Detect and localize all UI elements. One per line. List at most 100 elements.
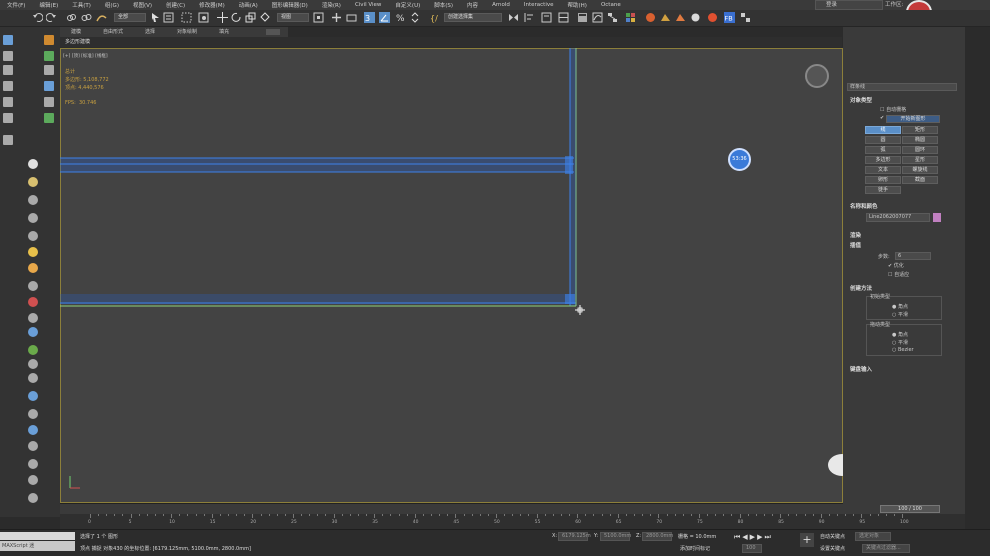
menu-item[interactable]: 组(G) [98,1,126,9]
drag-bezier-radio[interactable]: ○ Bezier [892,347,914,353]
select-by-name-icon[interactable] [163,12,174,23]
grid-plugin-icon[interactable] [740,12,751,23]
y-coordinate-field[interactable]: 5100.0mm [600,532,631,541]
start-new-shape-toggle[interactable]: 开始新图形 [886,115,940,123]
material-editor-icon[interactable] [625,12,636,23]
optimize-checkbox[interactable]: ✔ 优化 [888,262,904,269]
menu-item[interactable]: 创建(C) [159,1,192,9]
rotate-icon[interactable] [231,12,242,23]
chain-icon[interactable] [28,313,38,323]
shape-button[interactable]: 截面 [902,176,938,184]
steps-spinner[interactable]: 6 [895,252,931,260]
menu-item[interactable]: Arnold [485,2,517,8]
octane-icon[interactable] [707,12,718,23]
fb-icon[interactable] [44,35,54,45]
initial-corner-radio[interactable]: ● 角点 [892,303,908,310]
shape-button[interactable]: 文本 [865,166,901,174]
box2-icon[interactable] [28,475,38,485]
leaf-icon[interactable] [28,345,38,355]
layers-icon[interactable] [3,81,13,91]
timeline-ruler[interactable]: 0 5 10 15 20 25 30 35 40 45 50 55 60 65 70 75 80 85 90 95 10… [60,514,965,529]
disc-icon[interactable] [28,195,38,205]
shape-button[interactable]: 星形 [902,156,938,164]
z-coordinate-field[interactable]: 2800.0mm [642,532,673,541]
brush-icon[interactable] [44,97,54,107]
object-name-field[interactable]: Line2062007077 [866,213,930,222]
globe-icon[interactable] [28,327,38,337]
select-icon[interactable] [3,51,13,61]
ribbon-tab[interactable]: 对象绘制 [166,27,208,37]
named-selection-dropdown[interactable]: 创建选择集 [444,13,502,22]
menu-item[interactable]: 工具(T) [65,1,98,9]
window-crossing-icon[interactable] [198,12,209,23]
menu-item[interactable]: Octane [594,2,628,8]
menu-item[interactable]: 脚本(S) [427,1,460,9]
toggle-layer-explorer-icon[interactable] [558,12,569,23]
menu-item[interactable]: 图形编辑器(D) [265,1,315,9]
walk-icon[interactable] [28,359,38,369]
menu-item[interactable]: 帮助(H) [561,1,594,9]
viewport-label[interactable]: [+] [顶] [标准] [线框] [63,53,108,59]
login-field[interactable]: 登录 [815,0,883,10]
orb-icon[interactable] [28,391,38,401]
pivot-center-icon[interactable] [313,12,324,23]
display-icon[interactable] [3,35,13,45]
menu-item[interactable]: 编辑(E) [32,1,65,9]
snap-toggle-icon[interactable]: 3 [364,12,375,23]
add-key-icon[interactable]: + [800,533,814,547]
tool-icon[interactable] [44,65,54,75]
maxscript-listener[interactable] [0,532,75,540]
unlink-icon[interactable] [81,12,92,23]
selection-filter-dropdown[interactable]: 全部 [114,13,146,22]
shape-button[interactable]: 圆 [865,136,901,144]
sun-icon[interactable] [28,247,38,257]
fb-plugin-icon[interactable]: FB [724,12,735,23]
shape-type-dropdown[interactable]: 样条线 [847,83,957,91]
angle-snap-icon[interactable] [379,12,390,23]
drag-corner-radio[interactable]: ● 角点 [892,331,908,338]
wave-icon[interactable] [28,281,38,291]
shape-button[interactable]: 弧 [865,146,901,154]
auto-grid-checkbox[interactable]: ☐ 自动栅格 [880,106,906,113]
tree-icon[interactable] [44,51,54,61]
initial-smooth-radio[interactable]: ○ 平滑 [892,311,908,318]
camera-icon[interactable] [3,135,13,145]
menu-item[interactable]: 内容 [460,1,485,9]
undo-icon[interactable] [32,12,44,23]
torus-icon[interactable] [28,213,38,223]
edit-named-selection-icon[interactable]: {/ [430,12,441,23]
rectangular-selection-icon[interactable] [181,12,192,23]
menu-item[interactable]: 渲染(R) [315,1,348,9]
menu-item[interactable]: 自定义(U) [388,1,427,9]
sphere-icon[interactable] [28,159,38,169]
shape-button[interactable]: 圆环 [902,146,938,154]
link-icon[interactable] [66,12,77,23]
add-time-tag[interactable]: 添加时间标记 [680,545,710,552]
grid-icon[interactable] [44,113,54,123]
adaptive-checkbox[interactable]: ☐ 自适应 [888,271,909,278]
toggle-scene-explorer-icon[interactable] [541,12,552,23]
shape-button[interactable]: 徒手 [865,186,901,194]
x-coordinate-field[interactable]: 6179.125m [558,532,591,541]
reference-coordinate-dropdown[interactable]: 视图 [277,13,309,22]
menu-item[interactable]: 修改器(M) [192,1,232,9]
drag-smooth-radio[interactable]: ○ 平滑 [892,339,908,346]
menu-item[interactable]: Civil View [348,2,388,8]
drop-icon[interactable] [28,425,38,435]
auto-key-button[interactable]: 自动关键点 [820,533,845,540]
shape-button[interactable]: 线 [865,126,901,134]
place-icon[interactable] [260,12,271,23]
time-badge[interactable]: 53:36 [728,148,751,171]
schematic-view-icon[interactable] [607,12,618,23]
ribbon-tab[interactable]: 选择 [134,27,166,37]
bone-icon[interactable] [3,113,13,123]
render-production-icon[interactable] [675,12,686,23]
file-icon[interactable] [28,441,38,451]
object-color-swatch[interactable] [933,213,941,222]
scale-icon[interactable] [245,12,256,23]
render-setup-icon[interactable] [645,12,656,23]
toggle-ribbon-icon[interactable] [577,12,588,23]
pen-icon[interactable] [3,97,13,107]
box-icon[interactable] [3,65,13,75]
selected-object-dropdown[interactable]: 选定对象 [855,532,891,541]
